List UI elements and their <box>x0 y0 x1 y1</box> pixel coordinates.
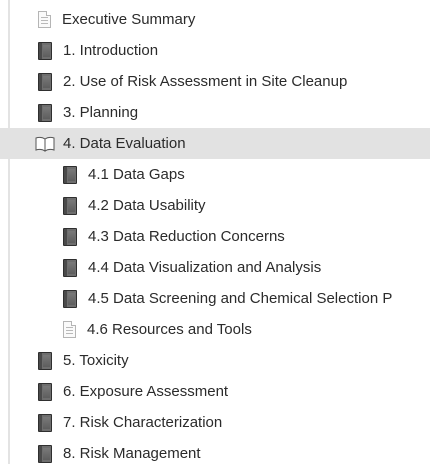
toc-item-toxicity[interactable]: 5. Toxicity <box>0 345 442 376</box>
toc-item-label: 8. Risk Management <box>63 445 201 462</box>
toc-item-label: 2. Use of Risk Assessment in Site Cleanu… <box>63 73 348 90</box>
toc-item-exposure-assessment[interactable]: 6. Exposure Assessment <box>0 376 442 407</box>
open-book-icon <box>35 136 55 152</box>
toc-item-executive-summary[interactable]: Executive Summary <box>0 4 442 35</box>
toc-item-data-evaluation[interactable]: 4. Data Evaluation <box>0 128 430 159</box>
toc-item-label: 6. Exposure Assessment <box>63 383 229 400</box>
toc-item-label: 4. Data Evaluation <box>63 135 186 152</box>
toc-item-label: 4.1 Data Gaps <box>88 166 185 183</box>
toc-item-label: 4.4 Data Visualization and Analysis <box>88 259 322 276</box>
document-icon <box>63 321 76 338</box>
toc-item-label: 3. Planning <box>63 104 139 121</box>
book-icon <box>63 289 77 308</box>
toc-item-risk-characterization[interactable]: 7. Risk Characterization <box>0 407 442 438</box>
toc-item-label: 4.6 Resources and Tools <box>87 321 252 338</box>
book-icon <box>38 103 52 122</box>
toc-item-label: 4.3 Data Reduction Concerns <box>88 228 285 245</box>
toc-item-data-gaps[interactable]: 4.1 Data Gaps <box>0 159 442 190</box>
book-icon <box>38 382 52 401</box>
book-icon <box>38 444 52 463</box>
toc-item-label: 7. Risk Characterization <box>63 414 223 431</box>
toc-list: Executive Summary 1. Introduction 2. Use… <box>0 4 442 464</box>
toc-item-data-screening[interactable]: 4.5 Data Screening and Chemical Selectio… <box>0 283 442 314</box>
toc-item-data-visualization[interactable]: 4.4 Data Visualization and Analysis <box>0 252 442 283</box>
toc-item-data-usability[interactable]: 4.2 Data Usability <box>0 190 442 221</box>
toc-panel: Executive Summary 1. Introduction 2. Use… <box>0 0 442 464</box>
toc-item-introduction[interactable]: 1. Introduction <box>0 35 442 66</box>
book-icon <box>63 227 77 246</box>
book-icon <box>38 351 52 370</box>
toc-item-label: 5. Toxicity <box>63 352 129 369</box>
book-icon <box>38 413 52 432</box>
book-icon <box>63 258 77 277</box>
book-icon <box>63 165 77 184</box>
book-icon <box>38 72 52 91</box>
toc-item-planning[interactable]: 3. Planning <box>0 97 442 128</box>
toc-item-data-reduction-concerns[interactable]: 4.3 Data Reduction Concerns <box>0 221 442 252</box>
document-icon <box>38 11 51 28</box>
toc-item-label: 4.5 Data Screening and Chemical Selectio… <box>88 290 393 307</box>
toc-item-resources-and-tools[interactable]: 4.6 Resources and Tools <box>0 314 442 345</box>
toc-item-use-of-risk-assessment[interactable]: 2. Use of Risk Assessment in Site Cleanu… <box>0 66 442 97</box>
toc-item-label: 4.2 Data Usability <box>88 197 206 214</box>
book-icon <box>38 41 52 60</box>
toc-item-risk-management[interactable]: 8. Risk Management <box>0 438 442 464</box>
book-icon <box>63 196 77 215</box>
toc-item-label: 1. Introduction <box>63 42 159 59</box>
toc-item-label: Executive Summary <box>62 11 196 28</box>
